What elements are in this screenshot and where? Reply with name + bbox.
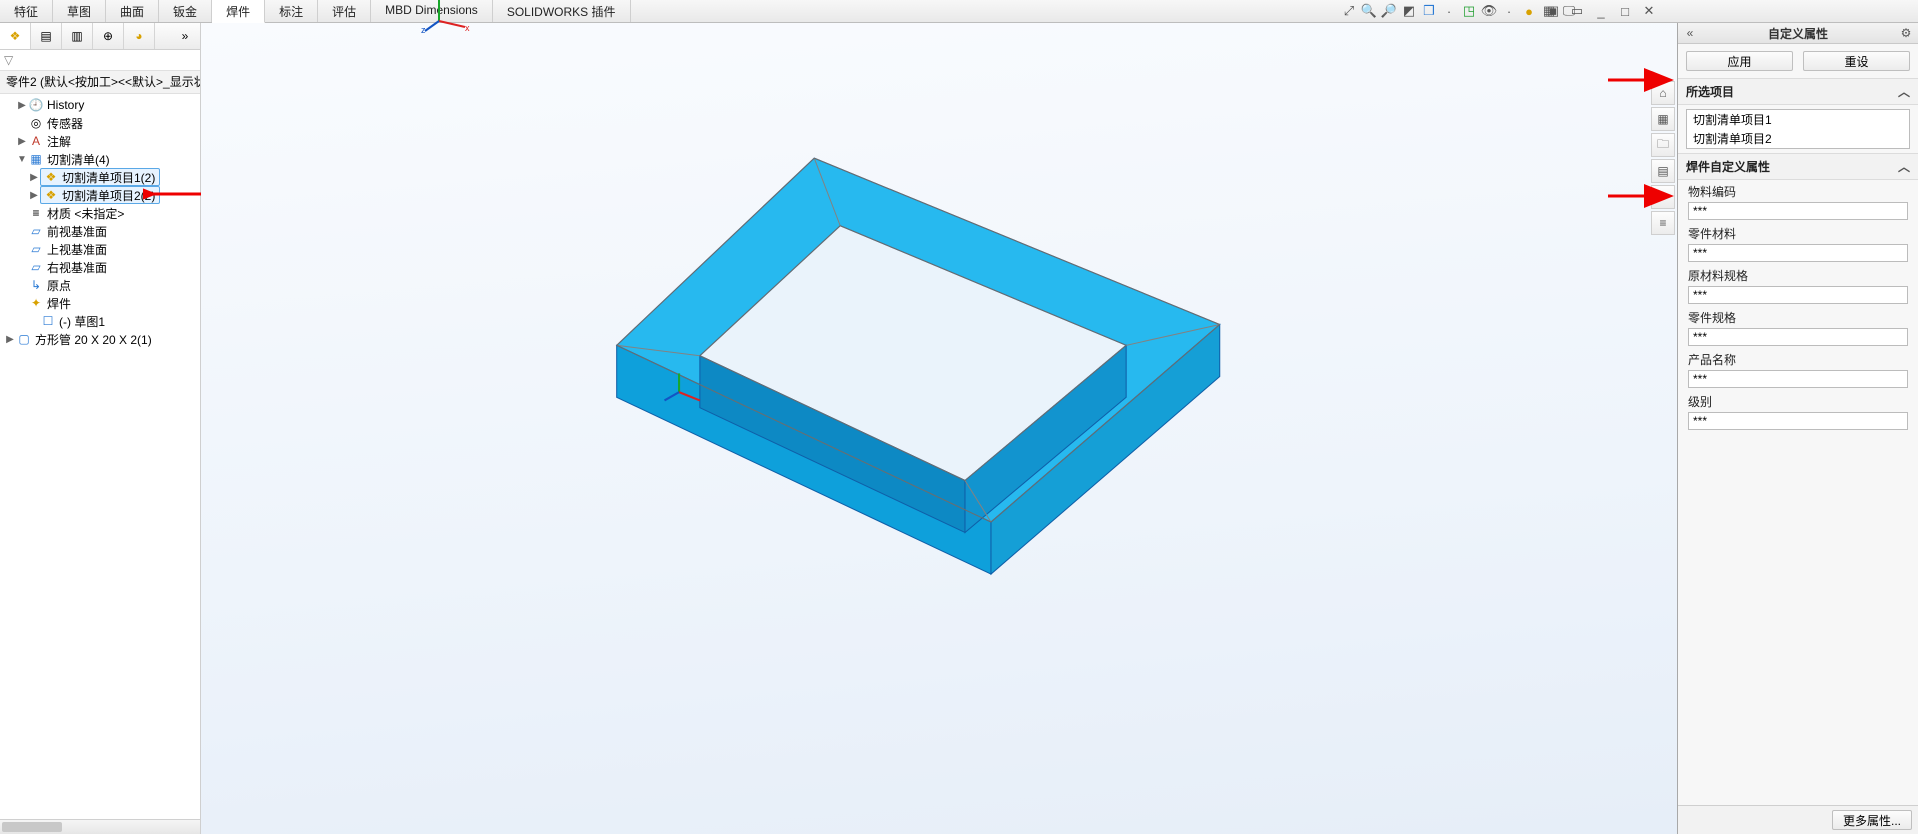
plane-icon: ▱ [28, 259, 44, 275]
sensor-icon: ◎ [28, 115, 44, 131]
fm-tab-appear[interactable]: ◕ [124, 23, 155, 49]
gear-icon[interactable]: ⚙ [1894, 26, 1918, 40]
tree-origin[interactable]: ↳原点 [0, 276, 200, 294]
tree-label: 右视基准面 [47, 259, 107, 276]
left-panel-tabs: ❖ ▤ ▥ ⊕ ◕ » [0, 23, 200, 50]
appear-icon: ◕ [135, 29, 142, 43]
caret-icon: ︿ [1898, 158, 1910, 175]
feature-manager-panel: ❖ ▤ ▥ ⊕ ◕ » ▽ 零件2 (默认<按加工><<默认>_显示状 ▶🕘Hi… [0, 23, 201, 834]
sketch-icon: ☐ [40, 313, 56, 329]
taskpane-view[interactable]: ▤ [1651, 159, 1675, 183]
tab-surface[interactable]: 曲面 [106, 0, 159, 22]
origin-icon: ↳ [28, 277, 44, 293]
cutlist-icon: ▦ [28, 151, 44, 167]
twisty-icon: ▶ [28, 190, 40, 201]
caret-icon: ︿ [1898, 83, 1910, 100]
tree-icon: ❖ [10, 29, 21, 43]
feature-tree: ▶🕘History ◎传感器 ▶A注解 ▼▦切割清单(4) ▶❖切割清单项目1(… [0, 94, 200, 819]
plane-icon: ▱ [28, 223, 44, 239]
taskpane-appear[interactable]: ◕ [1651, 185, 1675, 209]
fm-tab-prop[interactable]: ▤ [31, 23, 62, 49]
funnel-icon: ▽ [4, 53, 13, 67]
tree-label: (-) 草图1 [59, 313, 105, 330]
tree-label: 传感器 [47, 115, 83, 132]
panel-title: 自定义属性 [1702, 25, 1894, 42]
fm-tab-expand[interactable]: » [170, 23, 200, 49]
taskpane-lib[interactable]: ▦ [1651, 107, 1675, 131]
twisty-icon: ▶ [16, 136, 28, 147]
tab-feature[interactable]: 特征 [0, 0, 53, 22]
filter-row[interactable]: ▽ [0, 50, 200, 71]
tab-sheetmetal[interactable]: 钣金 [159, 0, 212, 22]
tree-sensor[interactable]: ◎传感器 [0, 114, 200, 132]
tree-label: 切割清单项目2(2) [62, 187, 155, 204]
cutitem-icon: ❖ [43, 187, 59, 203]
fm-tab-dim[interactable]: ⊕ [93, 23, 124, 49]
grid-icon: ▤ [40, 29, 51, 43]
target-icon: ⊕ [103, 29, 113, 43]
svg-text:z: z [421, 25, 426, 35]
collapse-icon[interactable]: « [1678, 26, 1702, 40]
tree-sketch1[interactable]: ☐(-) 草图1 [0, 312, 200, 330]
tree-hscrollbar[interactable] [0, 819, 200, 834]
tree-front-plane[interactable]: ▱前视基准面 [0, 222, 200, 240]
history-icon: 🕘 [28, 97, 44, 113]
material-icon: ≡ [28, 205, 44, 221]
twisty-icon: ▶ [28, 172, 40, 183]
tree-weldment[interactable]: ✦焊件 [0, 294, 200, 312]
tube-icon: ▢ [16, 331, 32, 347]
tree-top-plane[interactable]: ▱上视基准面 [0, 240, 200, 258]
cutitem-icon: ❖ [43, 169, 59, 185]
graphics-viewport[interactable]: y x z ⌂ ▦ 🗀 ▤ ◕ ≡ [201, 23, 1677, 834]
twisty-icon: ▶ [16, 100, 28, 111]
tree-label: 材质 <未指定> [47, 205, 124, 222]
taskpane-tabs: ⌂ ▦ 🗀 ▤ ◕ ≡ [1651, 81, 1675, 235]
taskpane-home[interactable]: ⌂ [1651, 81, 1675, 105]
twisty-icon: ▶ [4, 334, 16, 345]
scroll-thumb[interactable] [2, 822, 62, 832]
orientation-triad[interactable]: y x z [421, 0, 1897, 794]
config-icon: ▥ [71, 29, 82, 43]
tree-annotation[interactable]: ▶A注解 [0, 132, 200, 150]
tree-label: 切割清单项目1(2) [62, 169, 155, 186]
svg-text:x: x [465, 23, 470, 33]
fm-tab-tree[interactable]: ❖ [0, 23, 31, 49]
tree-history[interactable]: ▶🕘History [0, 96, 200, 114]
more-props-button[interactable]: 更多属性... [1832, 810, 1912, 830]
tree-label: 原点 [47, 277, 71, 294]
weldment-icon: ✦ [28, 295, 44, 311]
part-header[interactable]: 零件2 (默认<按加工><<默认>_显示状 [0, 71, 200, 94]
tree-cutitem1-row[interactable]: ▶❖切割清单项目1(2) [0, 168, 200, 186]
taskpane-custom[interactable]: ≡ [1651, 211, 1675, 235]
twisty-icon: ▼ [16, 154, 28, 165]
tab-sketch[interactable]: 草图 [53, 0, 106, 22]
tree-label: History [47, 98, 84, 112]
tree-label: 注解 [47, 133, 71, 150]
annotation-icon: A [28, 133, 44, 149]
plane-icon: ▱ [28, 241, 44, 257]
tree-right-plane[interactable]: ▱右视基准面 [0, 258, 200, 276]
tree-label: 焊件 [47, 295, 71, 312]
tree-cutitem2-row[interactable]: ▶❖切割清单项目2(2) [0, 186, 200, 204]
taskpane-file[interactable]: 🗀 [1651, 133, 1675, 157]
panel-header: « 自定义属性 ⚙ [1678, 23, 1918, 44]
tree-label: 上视基准面 [47, 241, 107, 258]
tab-evaluate[interactable]: 评估 [318, 0, 371, 22]
tree-label: 方形管 20 X 20 X 2(1) [35, 331, 152, 348]
tree-material[interactable]: ≡材质 <未指定> [0, 204, 200, 222]
panel-footer: 更多属性... [1678, 805, 1918, 834]
chevr-icon: » [182, 29, 189, 43]
tree-tube[interactable]: ▶▢方形管 20 X 20 X 2(1) [0, 330, 200, 348]
tree-cutlist[interactable]: ▼▦切割清单(4) [0, 150, 200, 168]
tree-label: 前视基准面 [47, 223, 107, 240]
fm-tab-config[interactable]: ▥ [62, 23, 93, 49]
tab-weldment[interactable]: 焊件 [212, 0, 265, 23]
tree-label: 切割清单(4) [47, 151, 110, 168]
tab-annotate[interactable]: 标注 [265, 0, 318, 22]
